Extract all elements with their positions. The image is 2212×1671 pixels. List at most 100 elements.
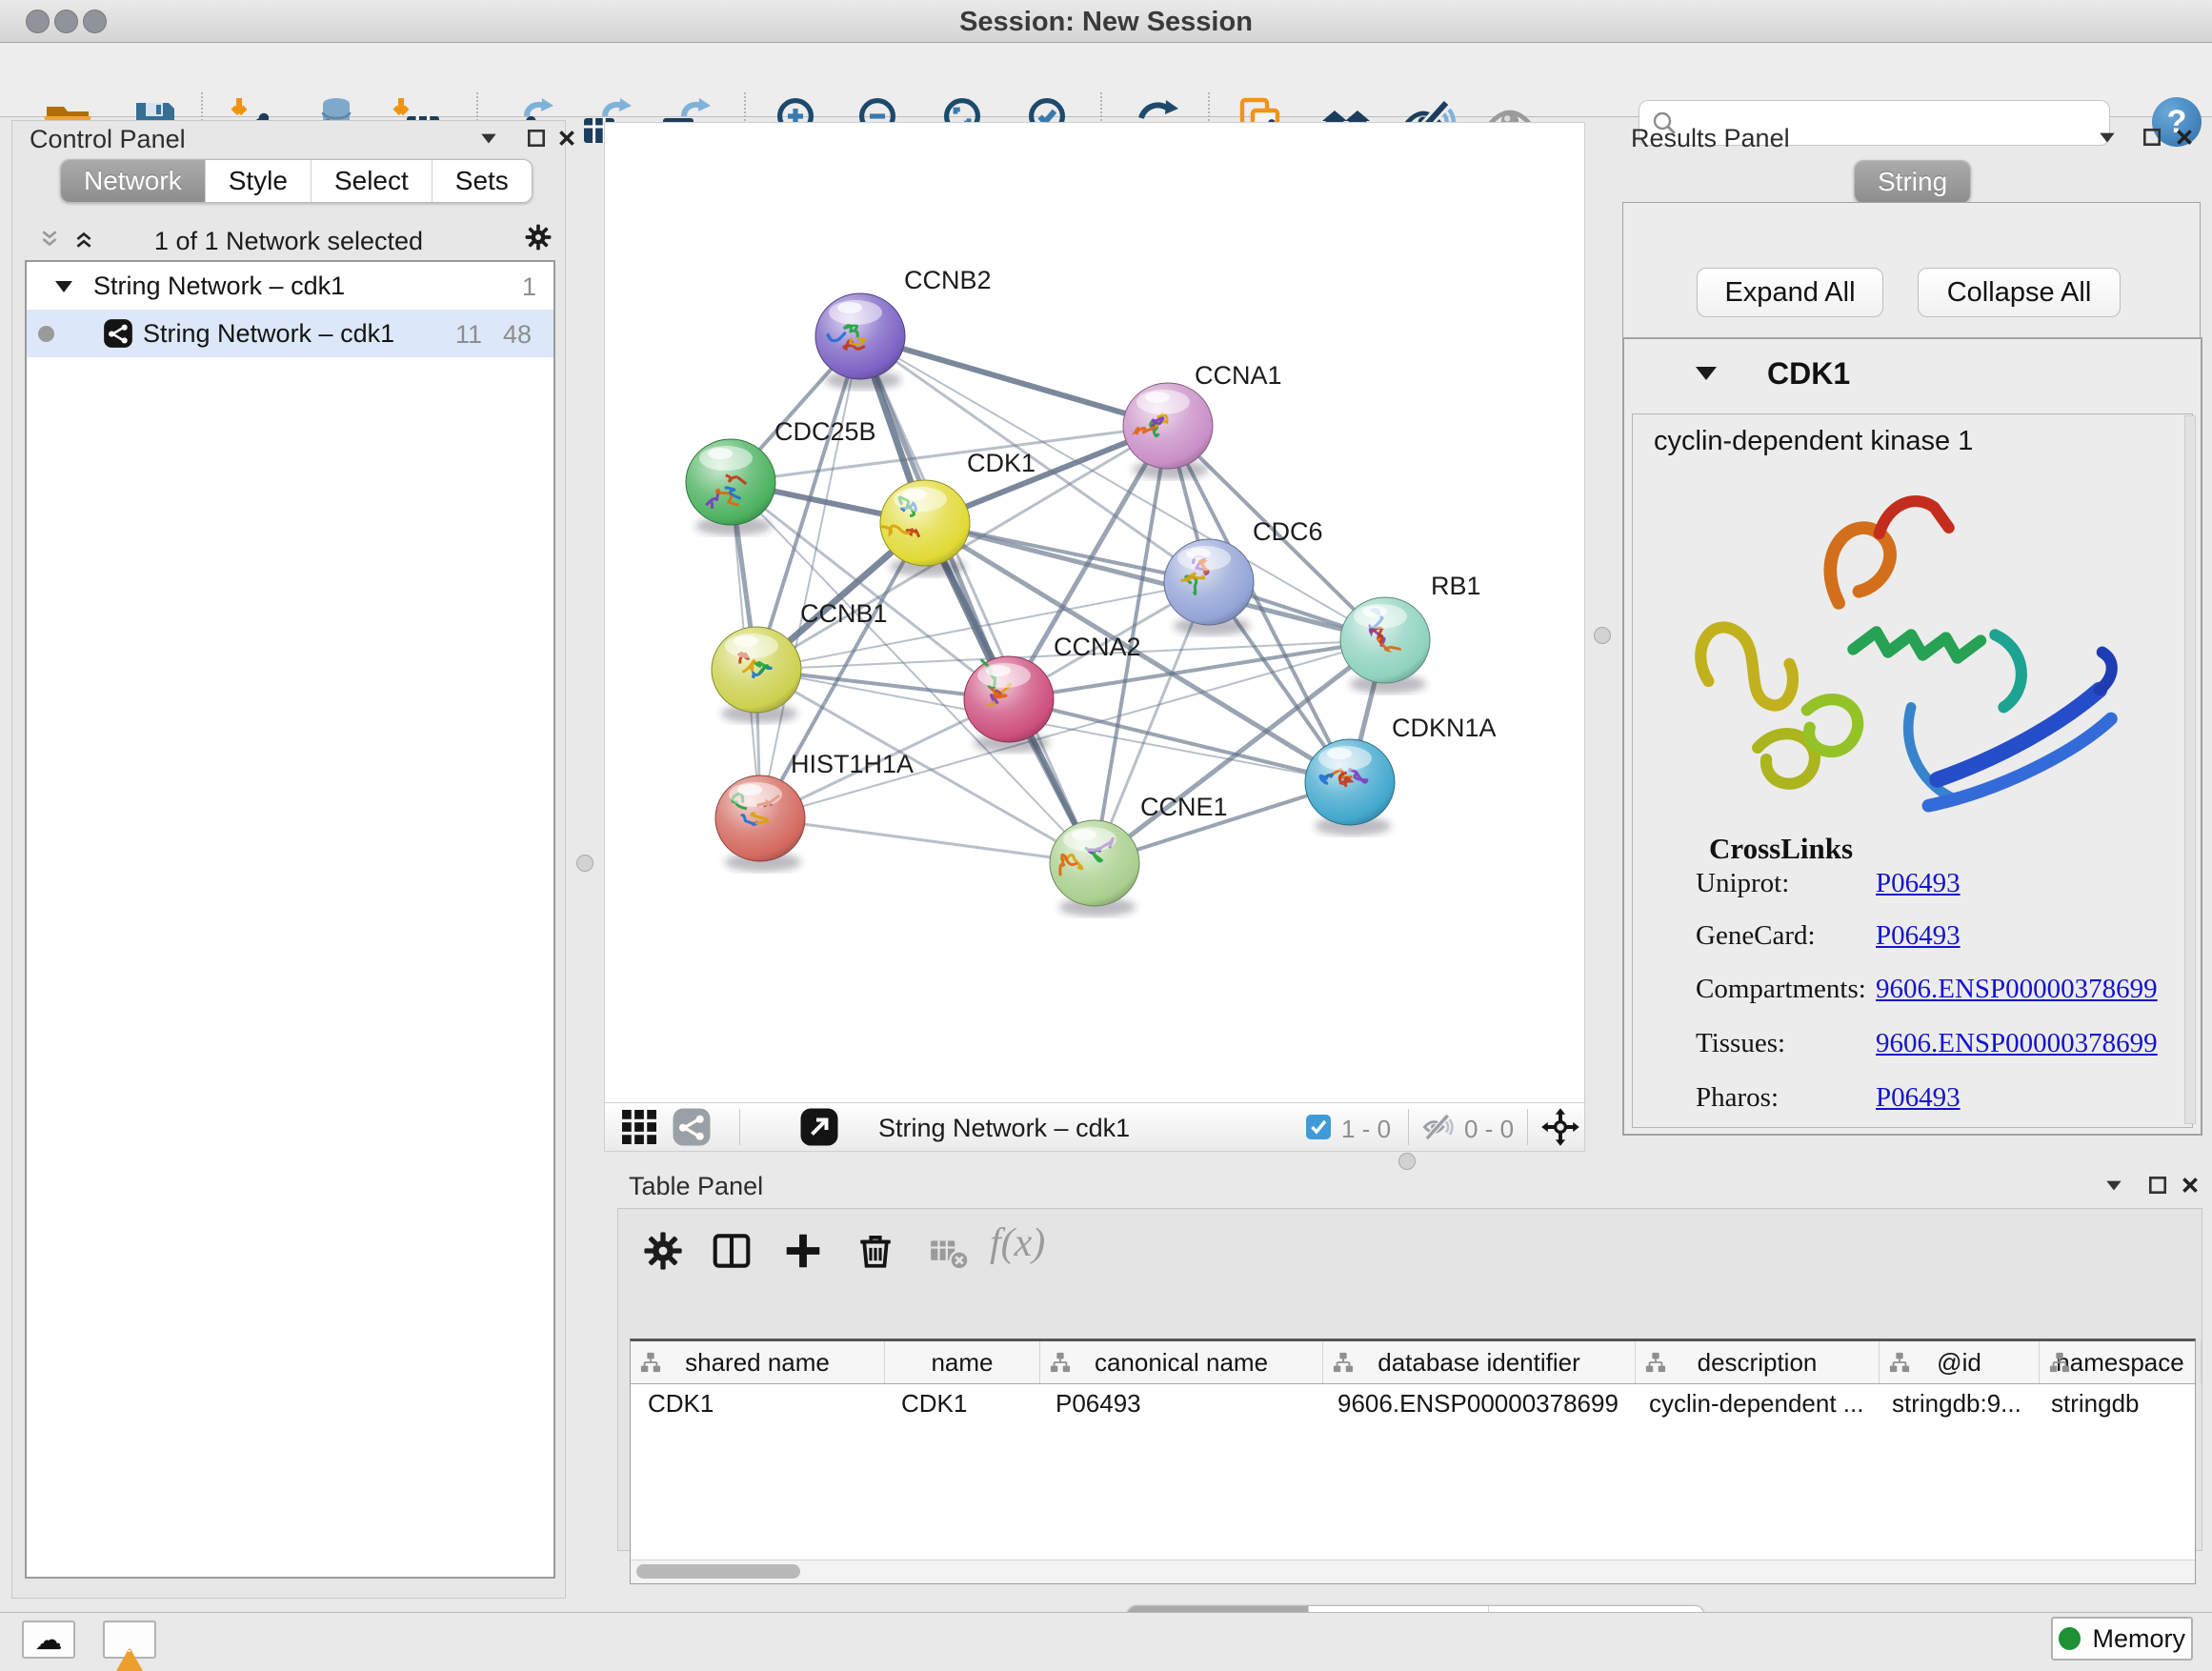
crosslink-link[interactable]: 9606.ENSP00000378699: [1876, 1028, 2158, 1059]
close-panel-icon[interactable]: [553, 125, 581, 153]
network-graph[interactable]: CCNB2CCNA1CDC25BCDK1CDC6RB1CCNB1CCNA2CDK…: [605, 123, 1584, 1102]
network-view-toolbar: String Network – cdk1 1 - 0 0 - 0: [604, 1102, 1585, 1152]
detach-view-icon[interactable]: [799, 1107, 839, 1147]
selected-checkbox-icon[interactable]: [1305, 1114, 1332, 1140]
cloud-status-button[interactable]: ☁: [22, 1621, 75, 1659]
hidden-eye-icon[interactable]: [1422, 1111, 1455, 1143]
crosslink-link[interactable]: P06493: [1876, 1082, 1961, 1114]
crosslink-link[interactable]: P06493: [1876, 868, 1961, 899]
network-options-gear-icon[interactable]: [524, 223, 553, 252]
network-edge[interactable]: [860, 336, 1168, 426]
network-view-icon[interactable]: [672, 1107, 712, 1147]
float-menu-icon[interactable]: [2100, 1172, 2128, 1200]
column-header-@id[interactable]: @id: [1880, 1341, 2040, 1383]
horizontal-scrollbar[interactable]: [631, 1560, 2195, 1583]
protein-description: cyclin-dependent kinase 1: [1654, 426, 1973, 457]
protein-section-header[interactable]: CDK1: [1624, 339, 2201, 412]
column-header-canonical-name[interactable]: canonical name: [1040, 1341, 1323, 1383]
table-cell[interactable]: CDK1: [884, 1384, 1038, 1422]
delete-column-trash-icon[interactable]: [855, 1230, 896, 1272]
protein-name: CDK1: [1767, 356, 1850, 392]
grid-view-icon[interactable]: [619, 1107, 659, 1147]
network-node-CDC6[interactable]: [1164, 539, 1254, 635]
crosslink-label: Tissues:: [1696, 1028, 1785, 1059]
network-label: String Network – cdk1: [143, 319, 394, 349]
left-splitter-handle[interactable]: [576, 855, 593, 872]
table-cell[interactable]: CDK1: [631, 1384, 884, 1422]
float-menu-icon[interactable]: [2093, 124, 2122, 152]
create-column-plus-icon[interactable]: [782, 1230, 824, 1272]
table-cell[interactable]: stringdb:9...: [1875, 1384, 2034, 1422]
table-cell[interactable]: 9606.ENSP00000378699: [1320, 1384, 1632, 1422]
tab-style[interactable]: Style: [206, 160, 312, 202]
column-header-name[interactable]: name: [885, 1341, 1040, 1383]
column-header-database-identifier[interactable]: database identifier: [1323, 1341, 1636, 1383]
column-header-shared-name[interactable]: shared name: [631, 1341, 885, 1383]
shared-column-icon: [1333, 1352, 1354, 1373]
table-options-gear-icon[interactable]: [642, 1230, 684, 1272]
float-panel-icon[interactable]: [2138, 124, 2166, 152]
table-cell[interactable]: stringdb: [2034, 1384, 2195, 1422]
network-collection-row[interactable]: String Network – cdk1 1: [27, 262, 553, 310]
node-label-CCNB1: CCNB1: [800, 599, 888, 628]
table-header-row: shared name namecanonical namedatabase id…: [631, 1341, 2195, 1384]
collapse-all-button[interactable]: Collapse All: [1918, 268, 2121, 317]
table-cell[interactable]: cyclin-dependent ...: [1632, 1384, 1875, 1422]
network-node-CCNE1[interactable]: [1050, 820, 1139, 916]
float-menu-icon[interactable]: [474, 125, 503, 153]
column-header-description[interactable]: description: [1636, 1341, 1880, 1383]
network-edge[interactable]: [760, 818, 1095, 863]
network-node-CDC25B[interactable]: [686, 439, 775, 535]
network-node-CDKN1A[interactable]: [1305, 739, 1395, 836]
table-panel: Table Panel f(x) shared namenamecanonica…: [617, 1166, 2202, 1614]
network-selected-status: 1 of 1 Network selected: [12, 227, 565, 256]
network-node-CCNB1[interactable]: [712, 627, 801, 723]
tab-select[interactable]: Select: [312, 160, 432, 202]
float-panel-icon[interactable]: [2143, 1172, 2172, 1200]
node-label-HIST1H1A: HIST1H1A: [791, 750, 914, 778]
network-list-status-row: 1 of 1 Network selected: [12, 220, 565, 262]
scrollbar-thumb[interactable]: [636, 1564, 800, 1579]
network-edge[interactable]: [860, 336, 1095, 863]
network-node-RB1[interactable]: [1340, 597, 1430, 694]
warnings-button[interactable]: !: [103, 1621, 156, 1659]
close-panel-icon[interactable]: [2170, 124, 2199, 152]
show-columns-icon[interactable]: [711, 1230, 753, 1272]
column-header-label: namespace: [2056, 1348, 2183, 1378]
network-node-CDK1[interactable]: [880, 480, 970, 576]
tab-network[interactable]: Network: [61, 160, 206, 202]
birds-eye-navigator-icon[interactable]: [1540, 1107, 1580, 1147]
cloud-icon: ☁: [35, 1623, 63, 1656]
column-header-label: shared name: [685, 1348, 830, 1378]
table-row[interactable]: CDK1CDK1P064939606.ENSP00000378699cyclin…: [631, 1384, 2195, 1422]
delete-table-icon[interactable]: [928, 1232, 970, 1274]
node-label-CCNA2: CCNA2: [1054, 633, 1141, 661]
float-panel-icon[interactable]: [522, 125, 551, 153]
crosslink-link[interactable]: 9606.ENSP00000378699: [1876, 974, 2158, 1005]
network-row-selected[interactable]: String Network – cdk1 11 48: [27, 310, 553, 357]
collection-expand-icon[interactable]: [53, 278, 74, 295]
network-list: String Network – cdk1 1 String Network –…: [25, 260, 555, 1579]
crosslink-link[interactable]: P06493: [1876, 920, 1961, 952]
right-splitter-handle[interactable]: [1594, 627, 1611, 644]
network-node-HIST1H1A[interactable]: [715, 775, 805, 872]
memory-status-dot: [2059, 1627, 2081, 1650]
column-header-namespace[interactable]: namespace: [2040, 1341, 2202, 1383]
memory-button[interactable]: Memory: [2051, 1617, 2193, 1661]
network-canvas[interactable]: CCNB2CCNA1CDC25BCDK1CDC6RB1CCNB1CCNA2CDK…: [604, 122, 1585, 1103]
network-edge[interactable]: [760, 336, 860, 818]
close-panel-icon[interactable]: [2176, 1172, 2204, 1200]
table-cell[interactable]: P06493: [1038, 1384, 1320, 1422]
network-node-CCNA2[interactable]: [964, 656, 1054, 753]
network-node-CCNA1[interactable]: [1123, 383, 1213, 479]
titlebar: Session: New Session: [0, 0, 2212, 43]
results-scrollbar[interactable]: [2184, 415, 2196, 1124]
tab-string[interactable]: String: [1855, 161, 1970, 203]
main-toolbar: ?: [0, 43, 2212, 117]
network-icon: [103, 318, 133, 349]
section-collapse-icon[interactable]: [1694, 364, 1719, 383]
network-node-CCNB2[interactable]: [815, 293, 905, 390]
crosslink-row: Tissues: 9606.ENSP00000378699: [1633, 1028, 2192, 1080]
tab-sets[interactable]: Sets: [432, 160, 532, 202]
expand-all-button[interactable]: Expand All: [1697, 268, 1883, 317]
